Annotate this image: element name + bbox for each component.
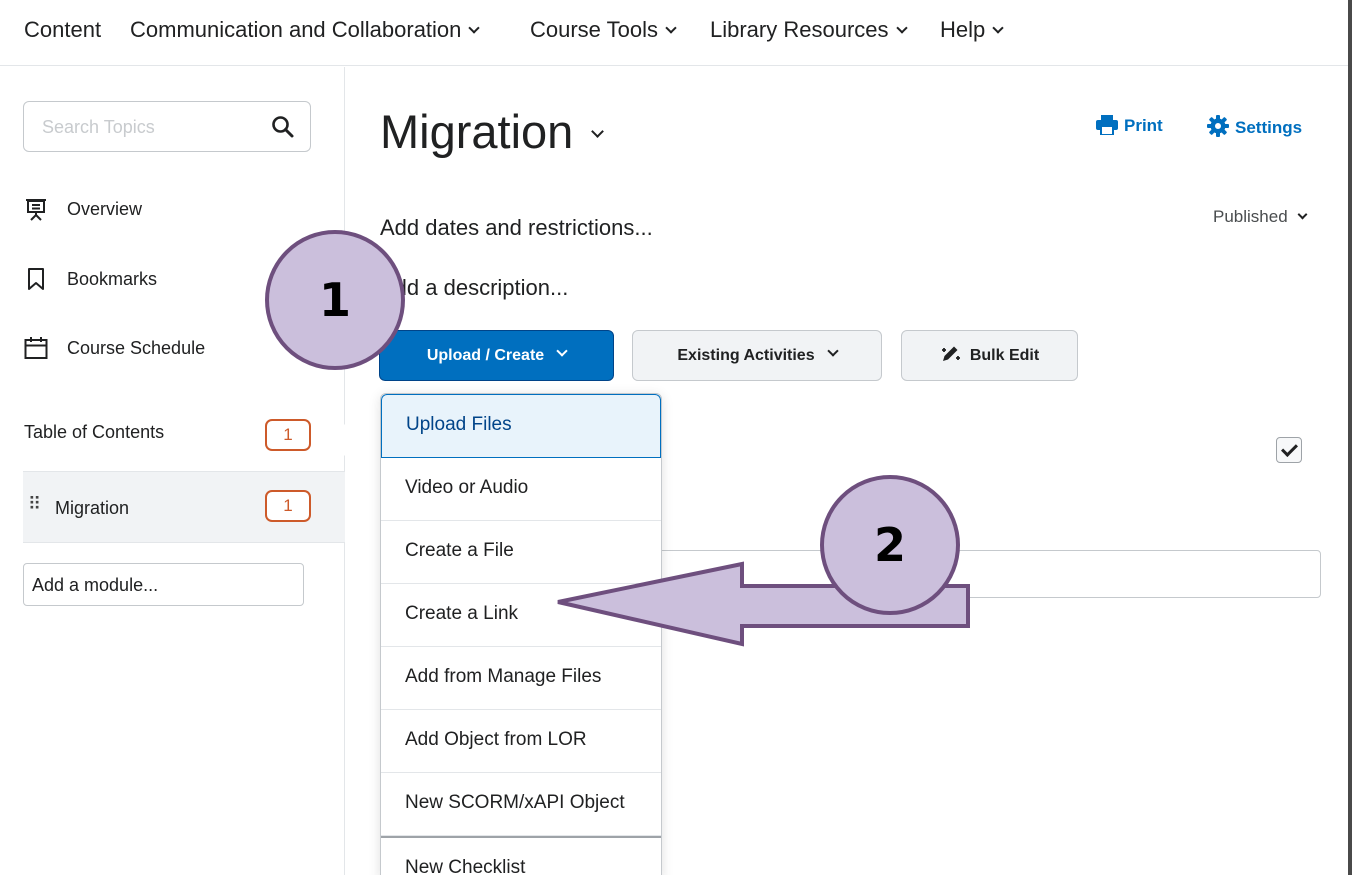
nav-help[interactable]: Help xyxy=(940,17,1004,43)
menu-item-new-scorm-xapi-object[interactable]: New SCORM/xAPI Object xyxy=(381,773,661,836)
nav-communication-collaboration[interactable]: Communication and Collaboration xyxy=(130,17,481,43)
add-dates-link[interactable]: Add dates and restrictions... xyxy=(380,215,653,241)
print-button[interactable]: Print xyxy=(1096,115,1163,136)
menu-item-video-or-audio[interactable]: Video or Audio xyxy=(381,458,661,521)
presentation-icon xyxy=(26,199,46,221)
menu-item-add-object-from-lor[interactable]: Add Object from LOR xyxy=(381,710,661,773)
add-description-link[interactable]: Add a description... xyxy=(380,275,568,301)
search-icon[interactable] xyxy=(270,114,296,140)
select-all-checkbox[interactable] xyxy=(1276,437,1302,463)
menu-item-add-from-manage-files[interactable]: Add from Manage Files xyxy=(381,647,661,710)
page-title[interactable]: Migration xyxy=(380,104,605,159)
bookmark-icon xyxy=(28,268,44,290)
menu-item-upload-files[interactable]: Upload Files xyxy=(381,394,661,458)
chevron-down-icon xyxy=(468,22,481,34)
step-1-annotation: 1 xyxy=(265,230,405,370)
nav-course-tools[interactable]: Course Tools xyxy=(530,17,677,43)
pencil-edit-icon xyxy=(941,346,960,361)
calendar-icon xyxy=(24,337,48,359)
status-dropdown[interactable]: Published xyxy=(1213,207,1308,227)
nav-content[interactable]: Content xyxy=(24,17,101,43)
nav-library-resources[interactable]: Library Resources xyxy=(710,17,908,43)
course-navbar: Content Communication and Collaboration … xyxy=(0,0,1352,66)
settings-button[interactable]: Settings xyxy=(1207,115,1302,138)
search-topics-input[interactable] xyxy=(42,114,262,140)
toc-count-badge: 1 xyxy=(265,419,311,451)
gear-icon xyxy=(1207,115,1229,137)
add-module-input[interactable]: Add a module... xyxy=(23,563,304,606)
chevron-down-icon xyxy=(895,22,908,34)
table-of-contents-link[interactable]: Table of Contents xyxy=(24,422,164,443)
step-2-annotation: 2 xyxy=(820,475,960,615)
printer-icon xyxy=(1096,115,1118,136)
chevron-down-icon xyxy=(992,22,1004,34)
chevron-down-icon xyxy=(556,345,568,357)
menu-item-new-checklist[interactable]: New Checklist xyxy=(381,836,661,875)
upload-create-button[interactable]: Upload / Create xyxy=(379,330,614,381)
chevron-down-icon xyxy=(826,345,839,357)
existing-activities-button[interactable]: Existing Activities xyxy=(632,330,882,381)
search-box xyxy=(23,101,311,152)
selection-notch xyxy=(329,424,345,456)
chevron-down-icon xyxy=(1297,209,1308,220)
window-border xyxy=(1348,0,1352,875)
chevron-down-icon xyxy=(591,125,605,138)
chevron-down-icon xyxy=(665,22,677,34)
module-count-badge: 1 xyxy=(265,490,311,522)
drag-handle-icon[interactable]: ⠿ xyxy=(28,494,41,515)
bulk-edit-button[interactable]: Bulk Edit xyxy=(901,330,1078,381)
content-sidebar: Overview Bookmarks Course Schedule Table… xyxy=(0,67,345,875)
